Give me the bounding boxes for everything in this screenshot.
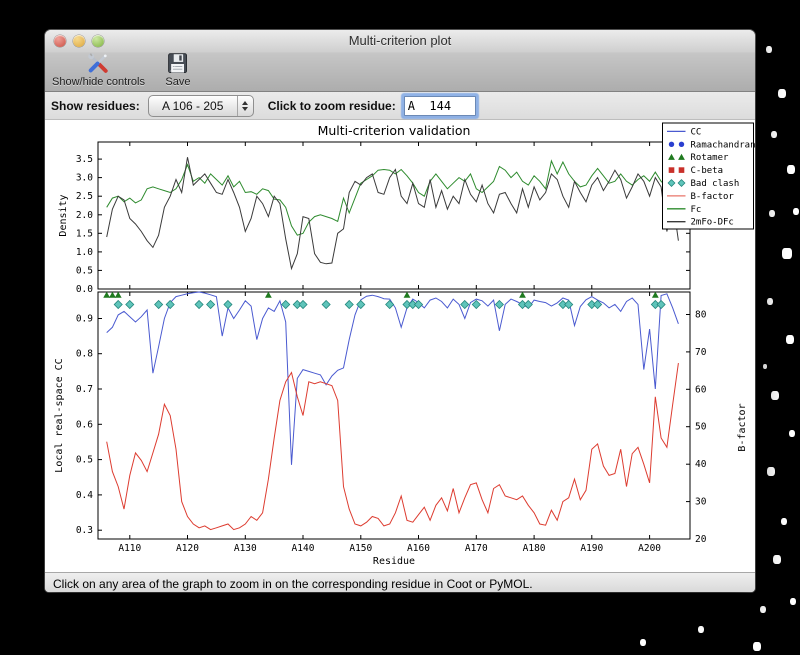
arrow-down-icon xyxy=(242,106,249,111)
show-residues-label: Show residues: xyxy=(51,98,140,113)
bfactor-tick-label: 50 xyxy=(695,422,707,433)
chart-title: Multi-criterion validation xyxy=(318,123,471,138)
close-button[interactable] xyxy=(54,35,66,47)
tools-icon xyxy=(88,53,109,73)
toolbar-button-label: Save xyxy=(165,76,191,88)
zoom-residue-label: Click to zoom residue: xyxy=(267,98,396,113)
bfactor-tick-label: 40 xyxy=(695,459,707,470)
residue-tick-label: A170 xyxy=(465,543,488,554)
minimize-button[interactable] xyxy=(73,35,85,47)
b-factor-line xyxy=(106,363,679,531)
validation-chart[interactable]: 0.0 0.5 1.0 1.5 2.0 2.5 3.0 3.5 Multi-criterion … xyxy=(45,120,755,572)
density-tick-label: 3.0 xyxy=(76,173,93,184)
legend-label: Bad clash xyxy=(691,179,740,189)
density-tick-label: 1.0 xyxy=(76,247,93,258)
desktop-background: Multi-criterion plot Show/hide controls xyxy=(0,0,800,655)
density-tick-label: 2.0 xyxy=(76,210,93,221)
window-titlebar[interactable]: Multi-criterion plot xyxy=(45,30,755,52)
toolbar: Show/hide controls Save xyxy=(45,52,755,91)
legend-label: B-factor xyxy=(691,192,735,202)
show-hide-controls-button[interactable]: Show/hide controls xyxy=(49,51,148,89)
density-tick-label: 2.5 xyxy=(76,191,93,202)
density-tick-label: 1.5 xyxy=(76,228,93,239)
screen-artifacts xyxy=(0,0,2,3)
2mfo-dfc-line xyxy=(106,157,679,271)
controls-row: Show residues: A 106 - 205 Click to zoom… xyxy=(45,92,755,120)
legend-label: C-beta xyxy=(691,166,724,176)
cc-tick-label: 0.8 xyxy=(76,349,93,360)
residue-tick-label: A140 xyxy=(292,543,315,554)
cc-tick-label: 0.6 xyxy=(76,419,93,430)
residue-axis-label: Residue xyxy=(373,556,415,567)
cc-bfactor-plot-frame xyxy=(97,291,691,540)
status-bar: Click on any area of the graph to zoom i… xyxy=(45,572,755,592)
zoom-button[interactable] xyxy=(92,35,104,47)
residue-tick-label: A120 xyxy=(176,543,199,554)
legend-label: Rotamer xyxy=(691,153,730,163)
figure-area[interactable]: 0.0 0.5 1.0 1.5 2.0 2.5 3.0 3.5 Multi-criterion … xyxy=(45,120,755,572)
cc-tick-label: 0.7 xyxy=(76,384,93,395)
legend-label: Ramachandran xyxy=(691,140,756,150)
save-button[interactable]: Save xyxy=(162,51,194,89)
window-chrome: Multi-criterion plot Show/hide controls xyxy=(45,30,755,92)
cc-line xyxy=(106,291,679,465)
residue-tick-label: A190 xyxy=(580,543,603,554)
residue-tick-label: A180 xyxy=(523,543,546,554)
cc-axis-label: Local real-space CC xyxy=(54,358,65,472)
fc-line xyxy=(106,159,679,236)
density-tick-label: 0.0 xyxy=(76,284,93,295)
residue-tick-label: A160 xyxy=(407,543,430,554)
status-text: Click on any area of the graph to zoom i… xyxy=(53,576,533,591)
legend-label: 2mFo-DFc xyxy=(691,218,734,228)
density-axis-label: Density xyxy=(58,194,69,236)
save-icon xyxy=(168,53,187,73)
multi-criterion-plot-window: Multi-criterion plot Show/hide controls xyxy=(45,30,755,592)
bfactor-axis-label: B-factor xyxy=(737,403,748,451)
cc-tick-label: 0.9 xyxy=(76,314,93,325)
residue-tick-label: A110 xyxy=(118,543,141,554)
bfactor-tick-label: 80 xyxy=(695,310,707,321)
bfactor-tick-label: 30 xyxy=(695,497,707,508)
residue-range-select[interactable]: A 106 - 205 xyxy=(147,94,254,117)
zoom-residue-input[interactable] xyxy=(403,95,476,116)
legend-label: CC xyxy=(691,127,702,137)
bfactor-tick-label: 70 xyxy=(695,347,707,358)
density-tick-label: 0.5 xyxy=(76,265,93,276)
residue-tick-label: A200 xyxy=(638,543,661,554)
bfactor-tick-label: 20 xyxy=(695,534,707,545)
legend-label: Fc xyxy=(691,205,702,215)
arrow-up-icon xyxy=(242,100,249,105)
cc-tick-label: 0.5 xyxy=(76,455,93,466)
window-title: Multi-criterion plot xyxy=(348,33,452,48)
cc-tick-label: 0.4 xyxy=(76,490,93,501)
residue-tick-label: A130 xyxy=(234,543,257,554)
residue-range-value: A 106 - 205 xyxy=(161,98,224,113)
cc-tick-label: 0.3 xyxy=(76,525,93,536)
residue-tick-label: A150 xyxy=(349,543,372,554)
stepper-arrows-icon xyxy=(236,95,253,116)
density-tick-label: 3.5 xyxy=(76,154,93,165)
toolbar-button-label: Show/hide controls xyxy=(52,76,145,88)
traffic-lights xyxy=(54,35,104,47)
bfactor-tick-label: 60 xyxy=(695,384,707,395)
